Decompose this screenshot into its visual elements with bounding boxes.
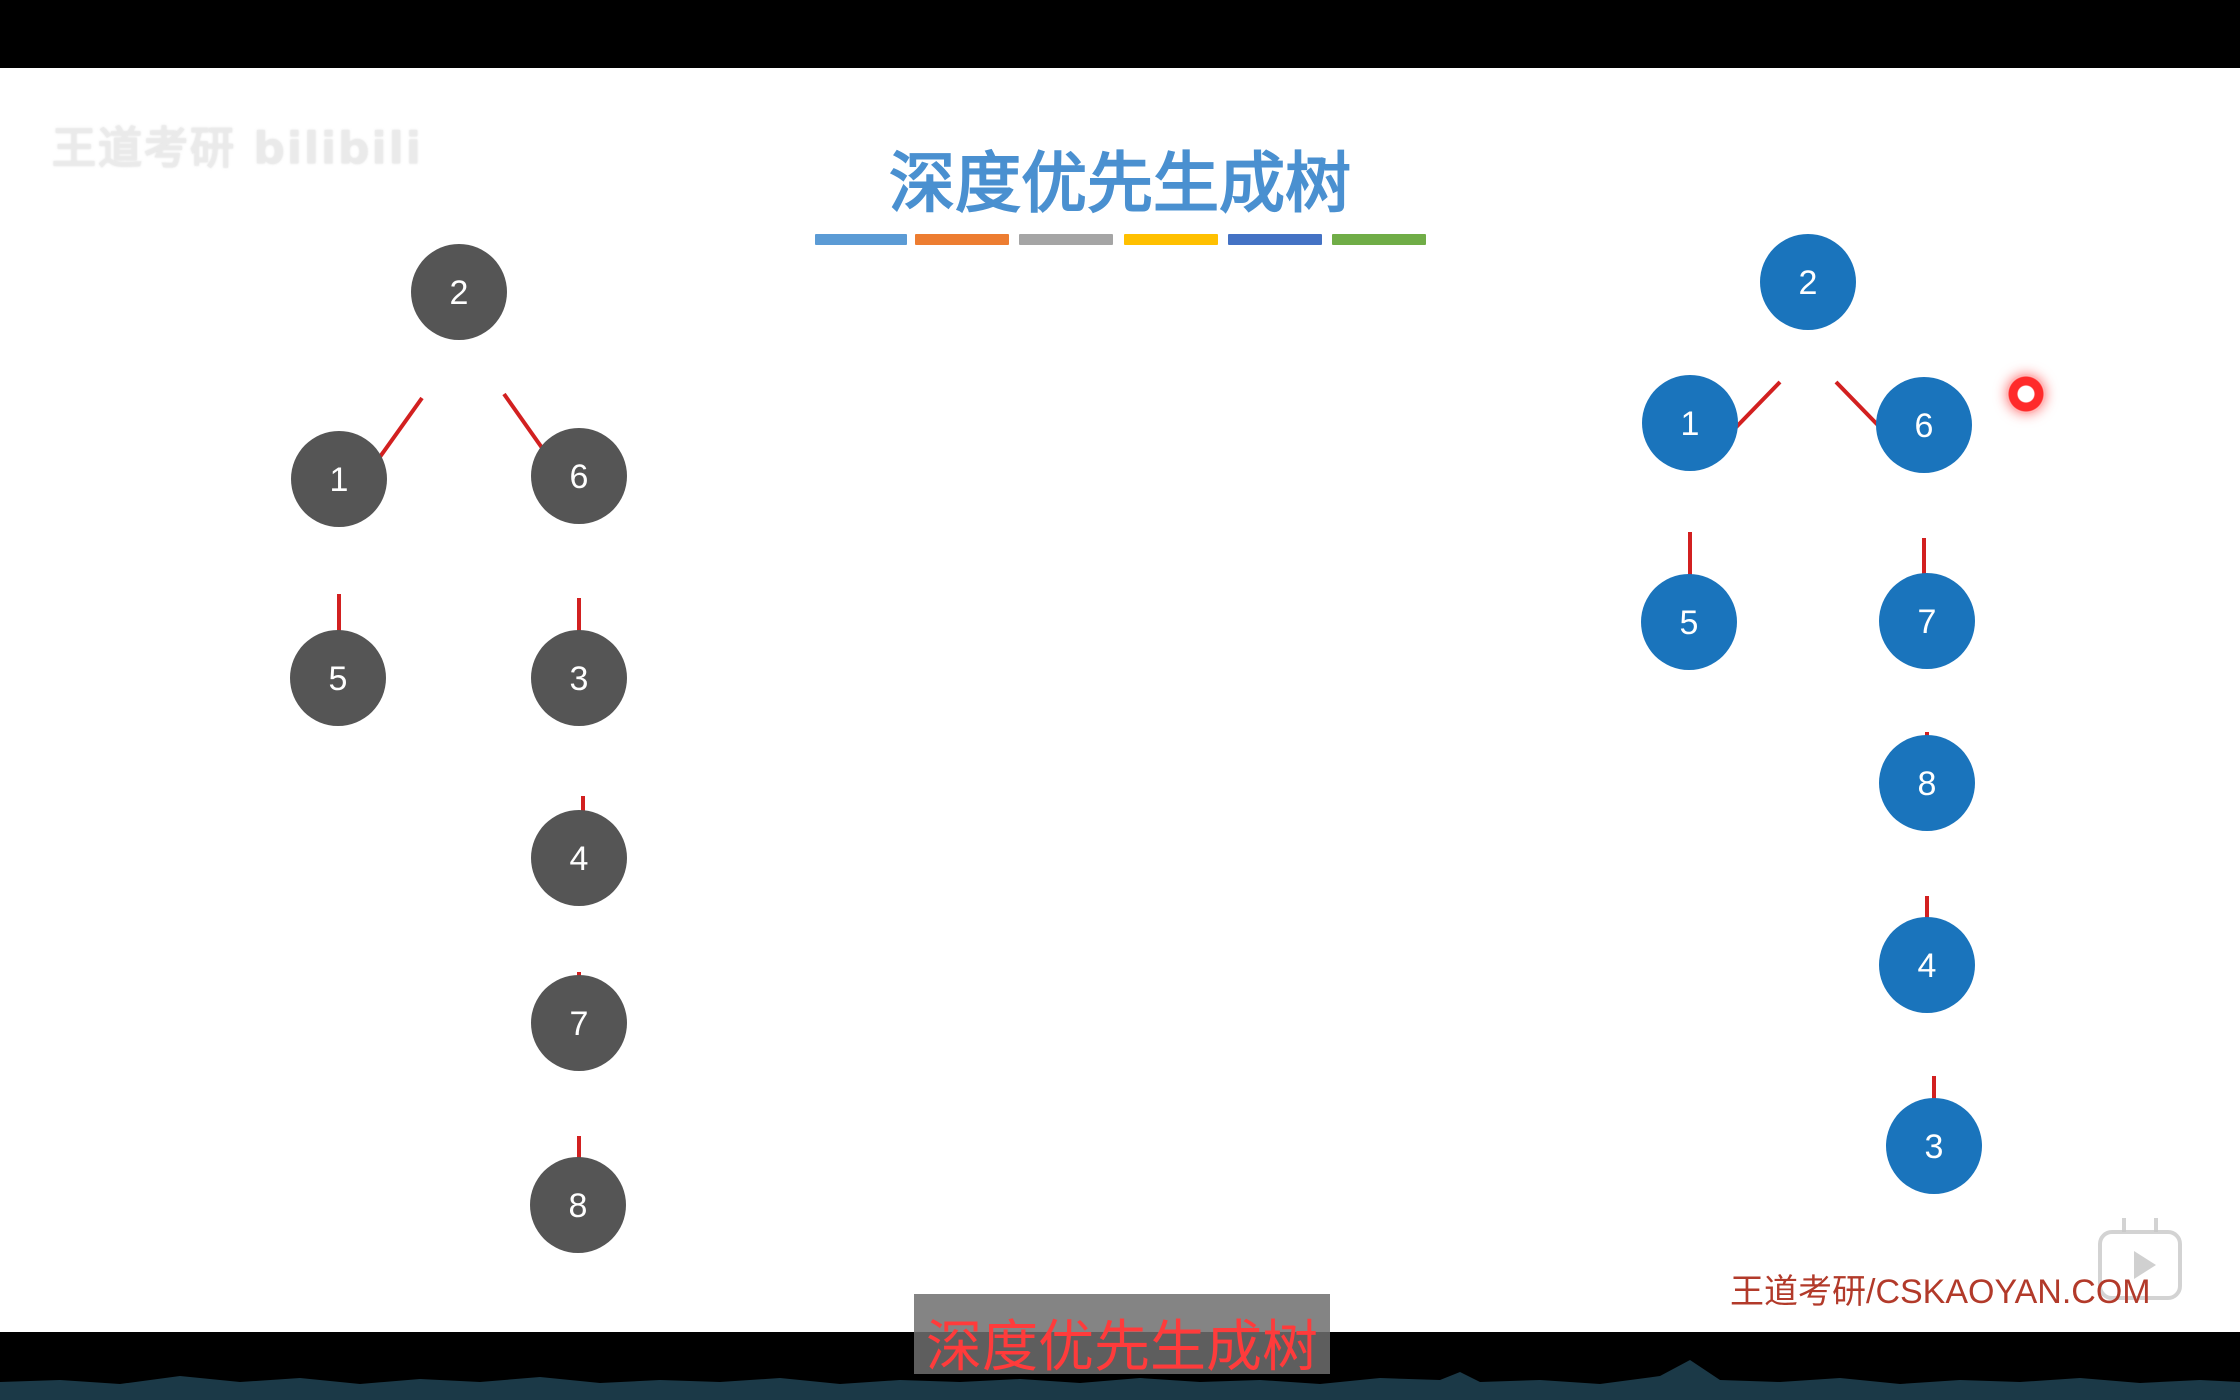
left-node-1: 1 [291,431,387,527]
right-node-5: 5 [1641,574,1737,670]
left-node-6: 6 [531,428,627,524]
left-node-label: 2 [450,274,469,312]
right-node-label: 5 [1680,604,1699,642]
left-node-label: 5 [329,660,348,698]
spanning-tree-diagrams: 2 1 6 5 3 4 7 8 2 1 6 5 7 8 4 3 [290,234,1982,1253]
left-node-8: 8 [530,1157,626,1253]
right-node-label: 1 [1681,405,1700,443]
right-node-label: 4 [1918,947,1937,985]
left-node-label: 4 [570,840,589,878]
video-subtitle: 深度优先生成树 [926,1315,1318,1380]
right-node-2: 2 [1760,234,1856,330]
laser-pointer-icon [2006,374,2046,414]
right-node-7: 7 [1879,573,1975,669]
right-node-label: 2 [1799,264,1818,302]
slide-canvas: 王道考研 bilibili 深度优先生成树 2 1 6 5 3 4 7 8 2 … [0,68,2240,1332]
left-node-2: 2 [411,244,507,340]
right-node-1: 1 [1642,375,1738,471]
credit-text: 王道考研/CSKAOYAN.COM [1730,1273,2151,1311]
left-node-label: 1 [330,461,349,499]
right-node-label: 6 [1915,407,1934,445]
right-node-3: 3 [1886,1098,1982,1194]
right-tree: 2 1 6 5 7 8 4 3 [1641,234,1982,1194]
right-node-6: 6 [1876,377,1972,473]
left-node-label: 6 [570,458,589,496]
right-node-label: 3 [1925,1128,1944,1166]
right-node-label: 7 [1918,603,1937,641]
right-node-label: 8 [1918,765,1937,803]
left-node-label: 3 [570,660,589,698]
left-node-label: 8 [569,1187,588,1225]
left-node-label: 7 [570,1005,589,1043]
left-node-5: 5 [290,630,386,726]
left-node-7: 7 [531,975,627,1071]
left-tree: 2 1 6 5 3 4 7 8 [290,244,627,1253]
top-black-bar [0,0,2240,68]
right-node-4: 4 [1879,917,1975,1013]
right-node-8: 8 [1879,735,1975,831]
left-node-4: 4 [531,810,627,906]
left-node-3: 3 [531,630,627,726]
